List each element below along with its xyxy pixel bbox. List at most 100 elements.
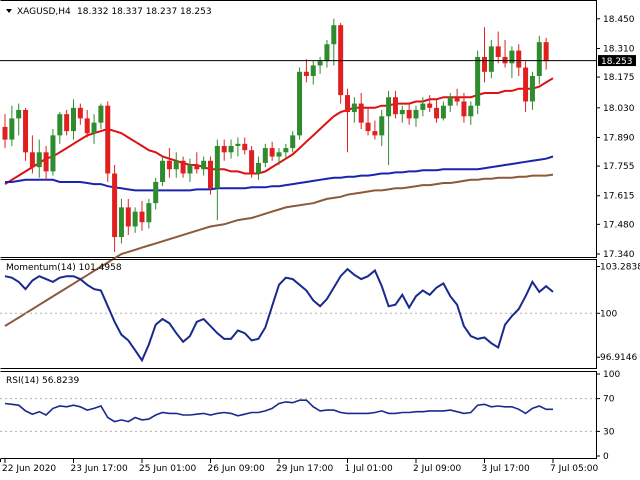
candle-body [221,145,227,153]
candle-body [50,135,56,172]
candle-body [386,97,392,117]
time-tick-label: 7 Jul 05:00 [550,464,599,474]
candle-body [194,165,200,170]
candle-body [173,160,179,170]
candle-body [187,165,193,174]
time-tick-label: 25 Jun 01:00 [139,464,196,474]
candle-body [2,126,8,140]
candle-body [365,122,371,132]
candle-body [529,76,535,102]
candle-body [249,150,255,174]
momentum-tick-label: 103.2838 [600,263,640,273]
candle-body [351,103,357,113]
candle-body [461,101,467,117]
rsi-tick-label: 100 [603,370,620,380]
candle-body [208,160,213,189]
candle-body [420,103,426,110]
rsi-tick-label: 70 [603,395,615,405]
candle-body [536,42,542,77]
candle-body [331,25,337,45]
candle-body [276,152,282,157]
rsi-tick-label: 0 [603,452,609,462]
candle-body [180,160,186,174]
candle-body [523,67,529,102]
time-tick-label: 26 Jun 09:00 [208,464,265,474]
candle-body [84,118,90,134]
time-tick-label: 1 Jul 01:00 [345,464,394,474]
time-tick-label: 2 Jul 09:00 [413,464,462,474]
candle-body [475,56,481,106]
momentum-title: Momentum(14) 101.4958 [6,263,122,273]
candle-body [283,148,289,153]
candle-body [132,211,138,227]
candle-body [112,173,118,238]
candle-body [139,211,145,223]
candle-body [125,207,131,227]
candle-body [166,160,172,170]
chart-symbol: XAGUSD,H4 [17,7,71,17]
candle-body [392,97,398,115]
current-price-tag: 18.253 [598,55,636,67]
candle-body [23,109,29,153]
mt4-chart-window[interactable]: 18.450 18.310 18.175 18.030 17.890 17.755 17.6… [0,0,640,480]
candle-body [317,61,323,66]
candle-body [434,107,440,119]
candle-body [57,114,63,136]
candle-body [36,152,42,168]
candle-body [509,50,515,64]
candle-body [372,131,378,136]
candle-body [29,152,35,168]
candle-body [310,65,316,77]
candle-body [399,109,405,115]
candle-body [228,145,234,153]
candle-body [242,143,248,151]
price-tick-label: 17.340 [603,250,635,260]
candle-body [269,148,275,157]
candle-body [495,46,501,57]
candle-body [43,152,49,172]
candle-body [488,46,494,72]
current-price-tag-label: 18.253 [601,57,633,67]
candle-body [303,71,309,77]
price-tick-label: 17.755 [603,162,635,172]
candle-body [447,97,453,106]
price-tick-label: 18.310 [603,44,635,54]
price-tick-label: 18.030 [603,104,635,114]
candle-body [290,135,296,149]
candle-body [105,105,111,174]
candle-body [201,160,207,170]
candle-body [413,109,419,119]
time-tick-label: 29 Jun 17:00 [276,464,333,474]
candle-body [427,103,433,108]
rsi-tick-label: 30 [603,427,615,437]
candle-body [118,207,124,238]
candle-body [91,122,97,134]
candle-body [406,109,412,119]
candle-body [297,71,303,136]
price-tick-label: 17.615 [603,192,635,202]
candle-body [468,105,474,117]
time-tick-label: 23 Jun 17:00 [71,464,128,474]
candle-body [16,109,22,119]
candle-body [440,105,446,119]
candle-body [358,103,364,123]
price-tick-label: 17.480 [603,220,635,230]
candle-body [345,95,350,113]
time-tick-label: 3 Jul 17:00 [482,464,531,474]
candle-body [379,116,385,136]
price-tick-label: 18.175 [603,73,635,83]
time-tick-label: 22 Jun 2020 [2,464,56,474]
candle-body [98,105,104,123]
chart-ohlc: 18.332 18.337 18.237 18.253 [77,7,212,17]
price-tick-label: 18.450 [603,15,635,25]
candle-body [482,56,487,72]
candle-body [153,181,159,204]
momentum-tick-label: 96.9146 [600,353,637,363]
price-tick-label: 17.890 [603,133,635,143]
candle-body [71,107,76,132]
candle-body [64,114,70,132]
rsi-title: RSI(14) 56.8239 [6,376,79,386]
candle-body [543,42,549,62]
candle-body [454,97,460,102]
chart-header: XAGUSD,H4 18.332 18.337 18.237 18.253 [6,7,212,17]
